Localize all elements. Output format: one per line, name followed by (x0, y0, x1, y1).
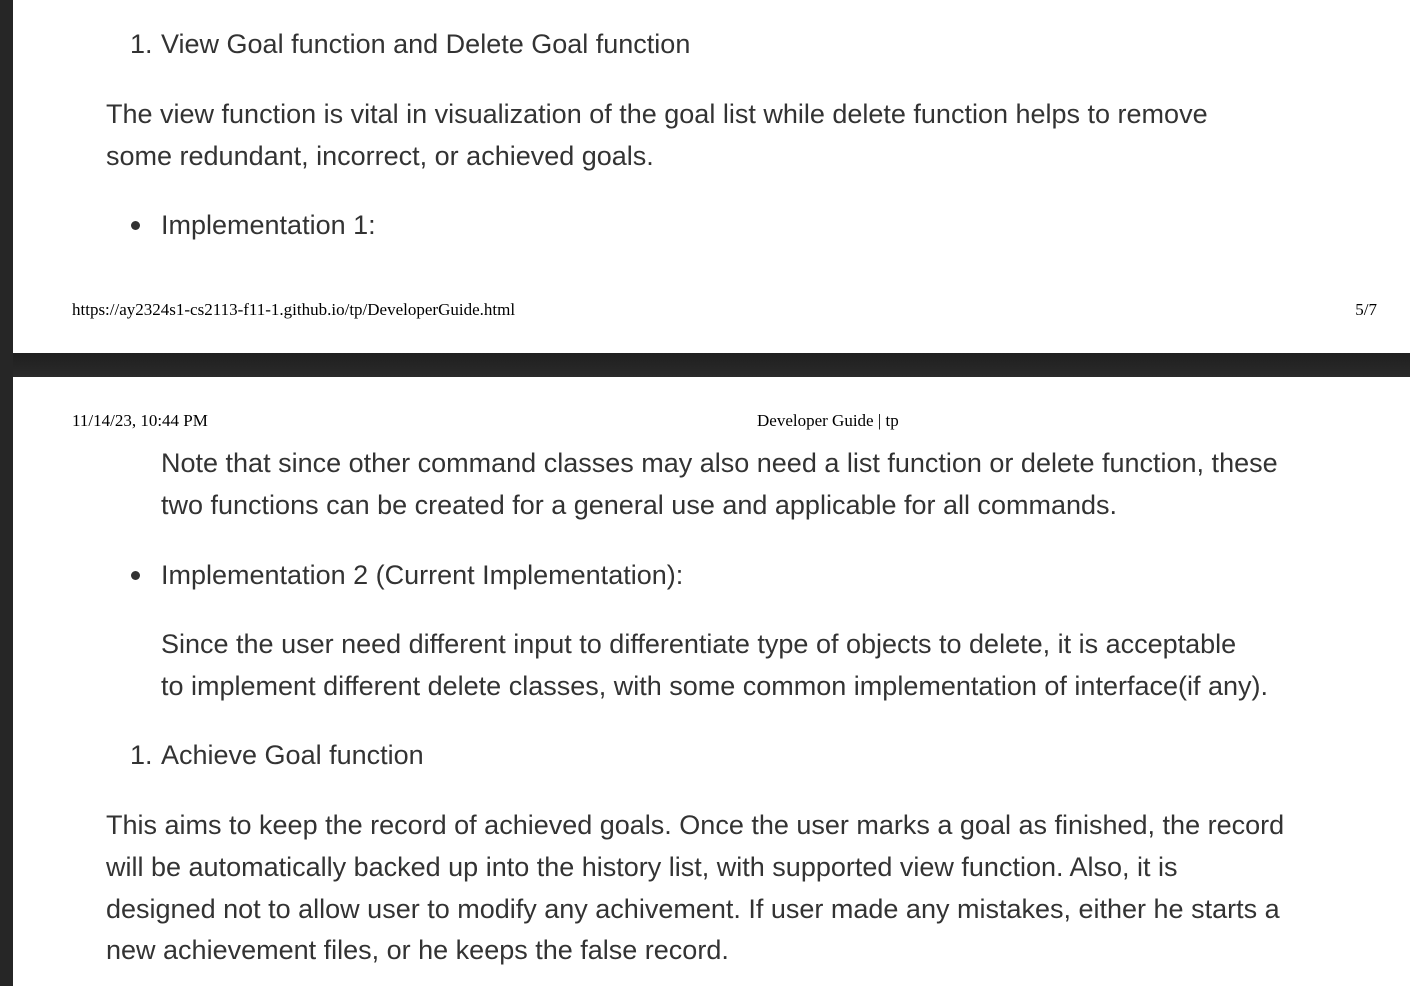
bullet-icon (131, 221, 140, 230)
paragraph-line: Since the user need different input to d… (161, 629, 1237, 659)
paragraph-line: Note that since other command classes ma… (161, 448, 1278, 478)
page-separator (13, 353, 1410, 377)
paragraph-line: some redundant, incorrect, or achieved g… (106, 141, 654, 171)
header-title: Developer Guide | tp (757, 411, 899, 430)
footer-url: https://ay2324s1-cs2113-f11-1.github.io/… (72, 300, 516, 319)
paragraph-line: This aims to keep the record of achieved… (106, 810, 1285, 840)
numbered-list-marker: 1. (130, 740, 153, 770)
paragraph-line: two functions can be created for a gener… (161, 490, 1118, 520)
bullet-icon (131, 571, 140, 580)
footer-page-number: 5/7 (1355, 300, 1377, 319)
header-datetime: 11/14/23, 10:44 PM (72, 411, 208, 430)
pdf-page-5: 1. View Goal function and Delete Goal fu… (13, 0, 1410, 353)
numbered-list-marker: 1. (130, 29, 153, 59)
list-item-view-delete-goal: View Goal function and Delete Goal funct… (161, 29, 691, 59)
paragraph-line: The view function is vital in visualizat… (106, 99, 1208, 129)
pdf-viewer: 1. View Goal function and Delete Goal fu… (0, 0, 1410, 986)
bullet-implementation-1: Implementation 1: (161, 210, 376, 240)
bullet-implementation-2: Implementation 2 (Current Implementation… (161, 560, 684, 590)
paragraph-line: new achievement files, or he keeps the f… (106, 935, 729, 965)
pdf-page-6: 11/14/23, 10:44 PM Developer Guide | tp … (13, 377, 1410, 986)
paragraph-line: to implement different delete classes, w… (161, 671, 1268, 701)
paragraph-line: designed not to allow user to modify any… (106, 894, 1280, 924)
list-item-achieve-goal: Achieve Goal function (161, 740, 424, 770)
paragraph-line: will be automatically backed up into the… (106, 852, 1178, 882)
